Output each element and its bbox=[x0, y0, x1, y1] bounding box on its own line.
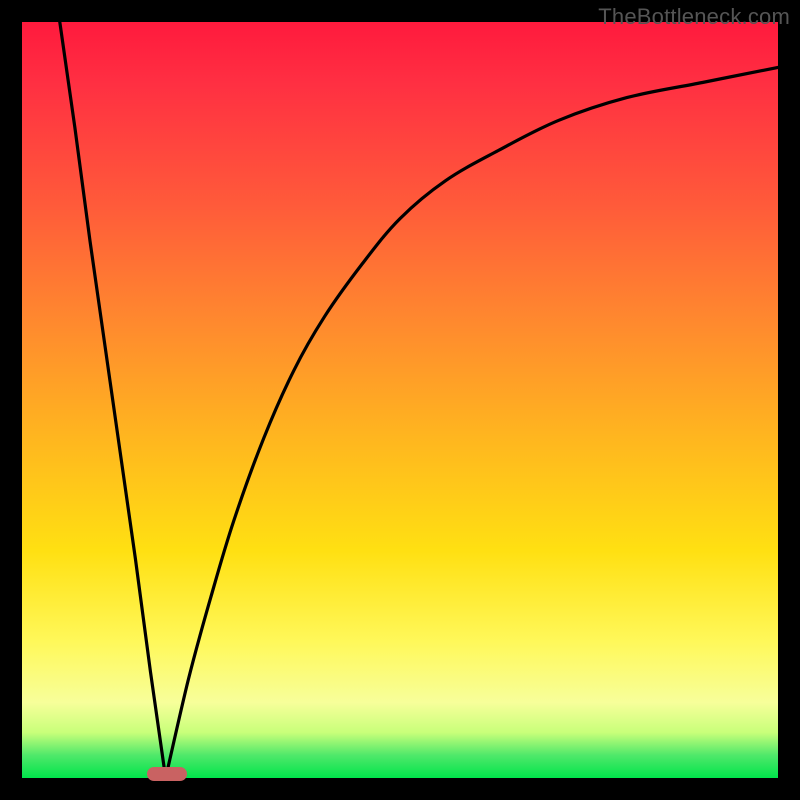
plot-area bbox=[22, 22, 778, 778]
curve-left-branch bbox=[60, 22, 166, 778]
chart-frame: TheBottleneck.com bbox=[0, 0, 800, 800]
vertex-marker bbox=[147, 767, 187, 781]
watermark-text: TheBottleneck.com bbox=[598, 4, 790, 30]
curve-right-branch bbox=[166, 67, 778, 778]
curve-layer bbox=[22, 22, 778, 778]
